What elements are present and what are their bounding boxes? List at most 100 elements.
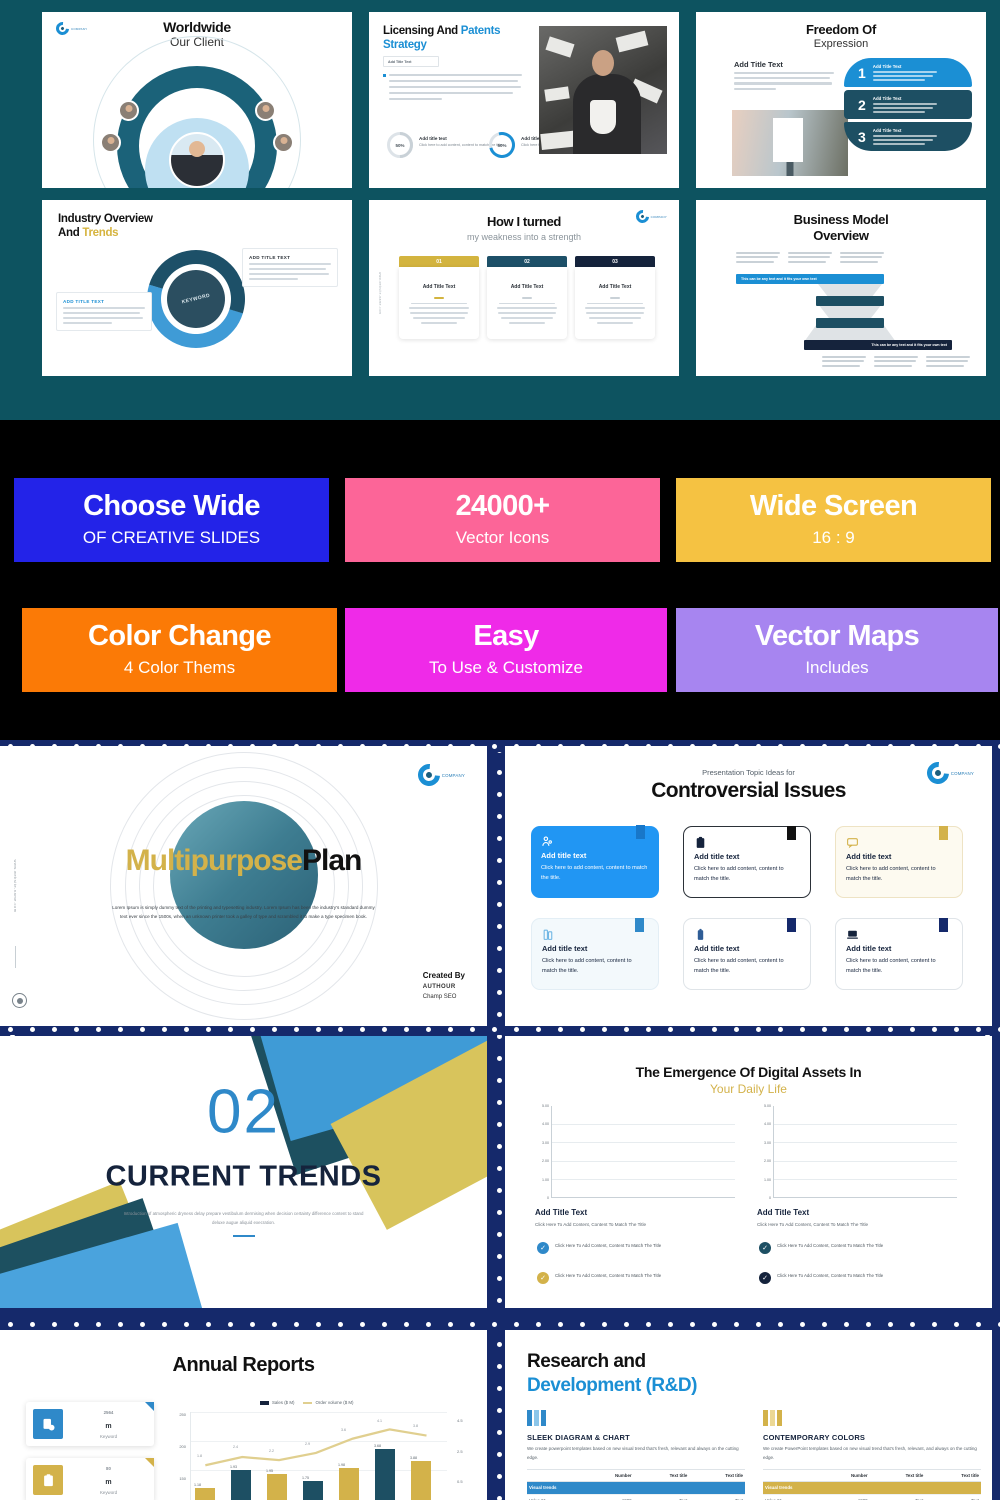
perforation-dot [492,1321,497,1327]
column-body: We create PowerPoint templates based on … [763,1446,977,1460]
slide-title: Research and Development (R&D) [527,1351,697,1396]
perforation-dot [668,1321,673,1327]
y-axis-right: 4.5 2.5 0.5 [457,1418,463,1485]
caption-lines [788,252,832,265]
slide-thumb-licensing[interactable]: Licensing And Patents Strategy Add Title… [369,12,679,188]
y-axis-ticks: 5.00 4.00 3.00 2.00 1.00 0 [542,1104,549,1200]
perforation-dot [497,1100,502,1105]
numbered-card[interactable]: 03 Add Title Text [575,256,655,339]
books-icon [542,928,555,941]
feature-box-vector-maps[interactable]: Vector Maps Includes [676,608,998,692]
model-bar[interactable] [816,318,884,328]
rnd-column-diagram: SLEEK DIAGRAM & CHART We create powerpoi… [527,1410,745,1500]
model-bar[interactable]: This can be any text and it fits your ow… [804,340,952,350]
column-body: We create powerpoint templates based on … [527,1446,739,1460]
title-chip: Add Title Text [383,56,439,67]
topic-card[interactable]: Add title text Click here to add content… [835,826,963,898]
kpi-card[interactable]: 2564 m Keyword [26,1402,154,1446]
perforation-dot [497,1408,502,1413]
funnel-step[interactable]: 3 Add Title Text [844,122,972,151]
perforation-dot [497,1078,502,1083]
perforation-dot [734,1026,739,1032]
card-body: Click here to add content, content to ma… [846,958,936,974]
slide-thumb-how-i-turned[interactable]: COMPANY How I turned my weakness into a … [369,200,679,376]
perforation-dot [778,1321,783,1327]
donut-center-label: KEYWORD [181,292,211,306]
slide-title: How I turned [487,214,561,229]
message-icon [846,836,859,849]
feature-box-color-change[interactable]: Color Change 4 Color Thems [22,608,337,692]
section-number: 02 [207,1077,280,1147]
funnel-step[interactable]: 1 Add Title Text [844,58,972,87]
topic-card[interactable]: Add title text Click here to add content… [683,826,811,898]
topic-card[interactable]: Add title text Click here to add content… [683,918,811,990]
photo-billboard [732,110,848,176]
feature-box-choose-wide[interactable]: Choose Wide OF CREATIVE SLIDES [14,478,329,562]
author-sub: Champ SEO [422,994,457,1000]
y-axis-left: 250 200 150 [179,1412,186,1481]
slide-title: MultipurposePlan [125,843,363,877]
perforation-dot [646,1026,651,1032]
body-placeholder-lines [389,74,522,104]
slide-current-trends[interactable]: 02 CURRENT TRENDS Introduction of atmosp… [0,1036,487,1308]
perforation-dot [272,1026,277,1032]
stat-donut: 50% [484,127,520,163]
perforation-dot [497,1342,502,1347]
perforation-dot [497,1012,502,1017]
info-card[interactable]: ADD TITLE TEXT [242,248,338,287]
slide-title: Freedom Of [806,22,876,37]
funnel-step[interactable]: 2 Add Title Text [844,90,972,119]
perforation-dot [932,1321,937,1327]
slide-thumb-business-model[interactable]: Business Model Overview This can be any … [696,200,986,376]
model-bar[interactable] [816,296,884,306]
perforation-dot [954,1026,959,1032]
slide-thumb-freedom[interactable]: Freedom Of Expression Add Title Text 1 A… [696,12,986,188]
perforation-dot [338,1321,343,1327]
perforation-dot [497,1474,502,1479]
perforation-dot [497,1452,502,1457]
slide-thumb-worldwide[interactable]: COMPANY Worldwide Our Client [42,12,352,188]
slide-subtitle: Expression [813,38,869,50]
slide-subtitle: Your Daily Life [710,1082,787,1096]
perforation-dot [756,1026,761,1032]
slide-annual-reports[interactable]: Annual Reports 2564 m Keyword 80 m Keyword [0,1330,487,1500]
info-card[interactable]: ADD TITLE TEXT [56,292,152,331]
perforation-dot [602,1026,607,1032]
slide-research-development[interactable]: Research and Development (R&D) SLEEK DIA… [505,1330,992,1500]
feature-box-wide-screen[interactable]: Wide Screen 16 : 9 [676,478,991,562]
perforation-dot [448,1026,453,1032]
perforation-dot [497,792,502,797]
slide-emergence-digital-assets[interactable]: The Emergence Of Digital Assets In Your … [505,1036,992,1308]
feature-headline: Choose Wide [83,490,260,522]
card-number: 03 [575,256,655,267]
perforation-dot [497,968,502,973]
perforation-dot [8,1026,13,1032]
topic-card[interactable]: Add title text Click here to add content… [531,825,659,898]
feature-subline: 16 : 9 [812,528,855,547]
card-title: Add title text [846,852,892,861]
kpi-value: 80 [106,1466,111,1471]
author-name: AUTHOUR [422,984,456,990]
block-heading: Add Title Text [757,1208,810,1217]
card-title: Add title text [846,944,892,953]
topic-card[interactable]: Add title text Click here to add content… [531,918,659,990]
check-icon: ✓ [759,1272,771,1284]
perforation-dot [96,1026,101,1032]
card-title: Add title text [542,944,588,953]
stat-donut: 50% [381,126,419,164]
checklist-item: ✓ Click Here To Add Content, Content To … [537,1242,727,1254]
model-bar[interactable]: This can be any text and it fits your ow… [736,274,884,284]
perforation-dot [96,1321,101,1327]
perforation-dot [497,924,502,929]
perforation-dot [497,1188,502,1193]
slide-multipurpose-plan[interactable]: COMPANY MultipurposePlan Lorem Ipsum is … [0,746,487,1026]
topic-card[interactable]: Add title text Click here to add content… [835,918,963,990]
checklist-item: ✓ Click Here To Add Content, Content To … [759,1242,949,1254]
numbered-card[interactable]: 02 Add Title Text [487,256,567,339]
feature-box-vector-icons[interactable]: 24000+ Vector Icons [345,478,660,562]
slide-controversial-issues[interactable]: COMPANY Presentation Topic Ideas for Con… [505,746,992,1026]
kpi-card[interactable]: 80 m Keyword [26,1458,154,1500]
slide-thumb-industry[interactable]: Industry Overview And Trends KEYWORD ADD… [42,200,352,376]
feature-box-easy[interactable]: Easy To Use & Customize [345,608,667,692]
numbered-card[interactable]: 01 Add Title Text [399,256,479,339]
